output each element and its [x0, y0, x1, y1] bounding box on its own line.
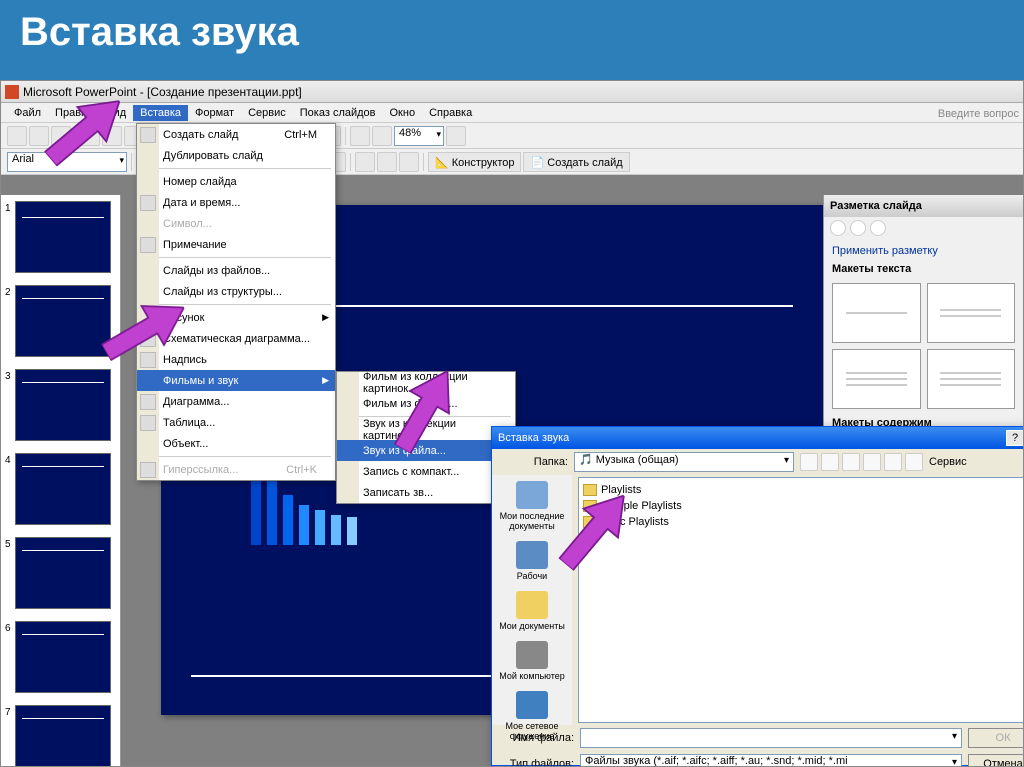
- filename-label: Имя файла:: [504, 732, 574, 744]
- up-icon[interactable]: [821, 453, 839, 471]
- tools-menu[interactable]: Сервис: [929, 456, 967, 468]
- powerpoint-app: Microsoft PowerPoint - [Создание презент…: [0, 80, 1024, 767]
- layout-item[interactable]: [927, 283, 1016, 343]
- menu-item[interactable]: Объект...: [137, 433, 335, 454]
- slide-thumb-4: 4: [1, 447, 120, 531]
- file-item[interactable]: Sample Playlists: [583, 498, 1024, 514]
- slide-thumb-3: 3: [1, 363, 120, 447]
- decrease-font-icon[interactable]: [377, 152, 397, 172]
- menu-item: Гиперссылка...Ctrl+K: [137, 459, 335, 480]
- menu-item[interactable]: Номер слайда: [137, 171, 335, 192]
- search-icon[interactable]: [842, 453, 860, 471]
- places-bar: Мои последние документы Рабочи Мои докум…: [492, 475, 572, 725]
- tp-apply-label: Применить разметку: [824, 239, 1023, 259]
- file-item[interactable]: Playlists: [583, 482, 1024, 498]
- title-bar: Microsoft PowerPoint - [Создание презент…: [1, 81, 1023, 103]
- folder-combo[interactable]: 🎵 Музыка (общая): [574, 452, 794, 472]
- layout-item[interactable]: [832, 283, 921, 343]
- tp-forward-icon[interactable]: [850, 220, 866, 236]
- grid-icon[interactable]: [350, 126, 370, 146]
- submenu-item[interactable]: Записать зв...: [337, 482, 515, 503]
- ok-button[interactable]: ОК: [968, 728, 1024, 748]
- menu-slideshow[interactable]: Показ слайдов: [293, 105, 383, 121]
- zoom-combo[interactable]: 48%: [394, 126, 444, 146]
- menu-item[interactable]: Диаграмма...: [137, 391, 335, 412]
- menu-item[interactable]: Примечание: [137, 234, 335, 255]
- slide-thumb-5: 5: [1, 531, 120, 615]
- cancel-button[interactable]: Отмена: [968, 754, 1024, 767]
- layout-item[interactable]: [832, 349, 921, 409]
- slides-panel[interactable]: 1 2 3 4 5 6 7: [1, 195, 121, 766]
- menu-item[interactable]: Фильмы и звук▶: [137, 370, 335, 391]
- window-title: Microsoft PowerPoint - [Создание презент…: [23, 85, 302, 99]
- delete-icon[interactable]: [863, 453, 881, 471]
- menu-item[interactable]: Слайды из файлов...: [137, 260, 335, 281]
- app-icon: [5, 85, 19, 99]
- dialog-help-icon[interactable]: ?: [1006, 430, 1024, 446]
- presentation-header: Вставка звука: [0, 0, 1024, 80]
- file-item[interactable]: Sync Playlists: [583, 514, 1024, 530]
- filetype-label: Тип файлов:: [504, 758, 574, 767]
- new-slide-button[interactable]: 📄 Создать слайд: [523, 152, 629, 172]
- tp-home-icon[interactable]: [870, 220, 886, 236]
- menu-bar: Файл Правка Вид Вставка Формат Сервис По…: [1, 103, 1023, 123]
- dialog-title: Вставка звука: [498, 432, 569, 444]
- menu-item[interactable]: Надпись: [137, 349, 335, 370]
- submenu-item[interactable]: Запись с компакт...: [337, 461, 515, 482]
- menu-file[interactable]: Файл: [7, 105, 48, 121]
- help-icon[interactable]: [446, 126, 466, 146]
- color-icon[interactable]: [372, 126, 392, 146]
- place-mycomp[interactable]: Мой компьютер: [497, 641, 567, 681]
- menu-window[interactable]: Окно: [383, 105, 423, 121]
- increase-font-icon[interactable]: [355, 152, 375, 172]
- newfolder-icon[interactable]: [884, 453, 902, 471]
- tp-section-text: Макеты текста: [824, 259, 1023, 279]
- menu-tools[interactable]: Сервис: [241, 105, 293, 121]
- menu-help[interactable]: Справка: [422, 105, 479, 121]
- filetype-combo[interactable]: Файлы звука (*.aif; *.aifc; *.aiff; *.au…: [580, 754, 962, 767]
- slide-thumb-6: 6: [1, 615, 120, 699]
- font-color-icon[interactable]: [399, 152, 419, 172]
- menu-insert[interactable]: Вставка: [133, 105, 188, 121]
- new-icon[interactable]: [7, 126, 27, 146]
- back-icon[interactable]: [800, 453, 818, 471]
- slide-thumb-1: 1: [1, 195, 120, 279]
- menu-item: Символ...: [137, 213, 335, 234]
- menu-item[interactable]: Дата и время...: [137, 192, 335, 213]
- filename-input[interactable]: [580, 728, 962, 748]
- menu-item[interactable]: Создать слайдCtrl+M: [137, 124, 335, 145]
- place-mydocs[interactable]: Мои документы: [497, 591, 567, 631]
- layout-item[interactable]: [927, 349, 1016, 409]
- folder-label: Папка:: [498, 456, 568, 468]
- task-pane-title: Разметка слайда: [824, 195, 1023, 217]
- dialog-title-bar[interactable]: Вставка звука ? ✕: [492, 427, 1024, 449]
- menu-format[interactable]: Формат: [188, 105, 241, 121]
- tp-back-icon[interactable]: [830, 220, 846, 236]
- insert-sound-dialog: Вставка звука ? ✕ Папка: 🎵 Музыка (общая…: [491, 426, 1024, 766]
- design-button[interactable]: 📐 Конструктор: [428, 152, 521, 172]
- views-icon[interactable]: [905, 453, 923, 471]
- page-title: Вставка звука: [20, 10, 1004, 55]
- menu-item[interactable]: Таблица...: [137, 412, 335, 433]
- place-recent[interactable]: Мои последние документы: [497, 481, 567, 531]
- help-search[interactable]: Введите вопрос: [938, 105, 1019, 123]
- menu-item[interactable]: Дублировать слайд: [137, 145, 335, 166]
- slide-thumb-7: 7: [1, 699, 120, 766]
